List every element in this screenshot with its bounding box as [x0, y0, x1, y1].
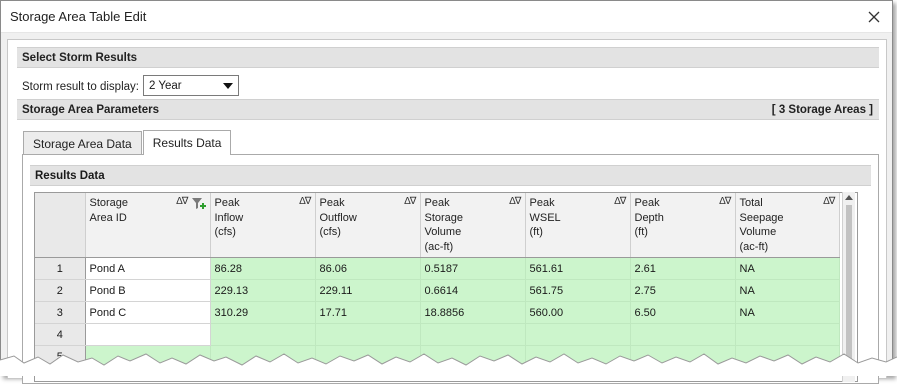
storage-area-table-edit-window: Storage Area Table Edit Select Storm Res… [0, 0, 893, 384]
peak-wsel-cell[interactable] [525, 323, 631, 346]
row-number[interactable]: 3 [35, 301, 86, 324]
tab-strip: Storage Area Data Results Data [23, 130, 232, 155]
column-header-label: Peak Storage Volume (ac-ft) [424, 197, 464, 253]
peak-wsel-cell[interactable]: 561.75 [525, 279, 631, 302]
sort-icon[interactable]: Δ∇ [823, 195, 835, 210]
column-header-peak-wsel[interactable]: Peak WSEL (ft) Δ∇ [525, 193, 631, 258]
column-header-label: Peak WSEL (ft) [529, 197, 561, 238]
storage-area-count: [ 3 Storage Areas ] [771, 103, 873, 116]
results-table: Storage Area ID Δ∇ Peak Inflow (cfs) Δ∇ Pea… [35, 193, 840, 368]
storm-result-dropdown[interactable]: 2 Year [143, 75, 239, 96]
table-row: 2 Pond B 229.13 229.11 0.6614 561.75 2.7… [35, 279, 840, 302]
column-header-label: Peak Depth (ft) [634, 197, 664, 238]
column-header-peak-storage-volume[interactable]: Peak Storage Volume (ac-ft) Δ∇ [420, 193, 526, 258]
select-storm-results-title: Select Storm Results [22, 51, 138, 64]
results-data-header: Results Data [30, 165, 871, 186]
sort-icon[interactable]: Δ∇ [614, 195, 626, 210]
tab-results-data[interactable]: Results Data [142, 130, 232, 155]
peak-outflow-cell[interactable]: 86.06 [315, 257, 421, 280]
column-header-peak-depth[interactable]: Peak Depth (ft) Δ∇ [630, 193, 736, 258]
storage-area-id-cell[interactable]: Pond C [85, 301, 211, 324]
table-row: 4 [35, 323, 840, 346]
total-seepage-volume-cell[interactable]: NA [735, 279, 840, 302]
row-header-corner [35, 193, 86, 258]
total-seepage-volume-cell[interactable]: NA [735, 257, 840, 280]
sort-icon[interactable]: Δ∇ [719, 195, 731, 210]
peak-depth-cell[interactable]: 6.50 [630, 301, 736, 324]
storm-result-label: Storm result to display: [22, 81, 139, 93]
peak-inflow-cell[interactable]: 86.28 [210, 257, 316, 280]
storage-area-id-cell[interactable]: Pond A [85, 257, 211, 280]
peak-storage-volume-cell[interactable]: 0.6614 [420, 279, 526, 302]
results-data-title: Results Data [35, 169, 105, 182]
table-row: 1 Pond A 86.28 86.06 0.5187 561.61 2.61 … [35, 257, 840, 280]
peak-storage-volume-cell[interactable]: 18.8856 [420, 301, 526, 324]
column-header-storage-area-id[interactable]: Storage Area ID Δ∇ [85, 193, 211, 258]
peak-storage-volume-cell[interactable]: 0.5187 [420, 257, 526, 280]
total-seepage-volume-cell[interactable] [735, 323, 840, 346]
column-header-label: Peak Outflow (cfs) [319, 197, 357, 238]
peak-depth-cell[interactable] [630, 323, 736, 346]
sort-icon[interactable]: Δ∇ [299, 195, 311, 210]
storage-area-parameters-header: Storage Area Parameters [ 3 Storage Area… [17, 99, 879, 120]
peak-wsel-cell[interactable]: 561.61 [525, 257, 631, 280]
row-number[interactable]: 4 [35, 323, 86, 346]
filter-add-icon[interactable] [191, 197, 207, 211]
peak-depth-cell[interactable]: 2.61 [630, 257, 736, 280]
storm-result-value: 2 Year [149, 79, 182, 92]
select-storm-results-header: Select Storm Results [17, 47, 879, 68]
column-header-label: Storage Area ID [89, 197, 129, 224]
column-header-peak-outflow[interactable]: Peak Outflow (cfs) Δ∇ [315, 193, 421, 258]
column-header-total-seepage-volume[interactable]: Total Seepage Volume (ac-ft) Δ∇ [735, 193, 840, 258]
row-number[interactable]: 1 [35, 257, 86, 280]
peak-outflow-cell[interactable]: 229.11 [315, 279, 421, 302]
scroll-up-icon[interactable] [845, 195, 853, 200]
window-title: Storage Area Table Edit [10, 9, 147, 24]
storage-area-id-cell[interactable] [85, 323, 211, 346]
column-header-label: Peak Inflow (cfs) [214, 197, 244, 238]
tab-storage-area-data[interactable]: Storage Area Data [23, 131, 142, 155]
column-header-peak-inflow[interactable]: Peak Inflow (cfs) Δ∇ [210, 193, 316, 258]
sort-icon[interactable]: Δ∇ [176, 195, 188, 210]
peak-inflow-cell[interactable] [210, 323, 316, 346]
title-bar: Storage Area Table Edit [1, 1, 892, 33]
peak-depth-cell[interactable]: 2.75 [630, 279, 736, 302]
peak-outflow-cell[interactable]: 17.71 [315, 301, 421, 324]
close-icon [868, 11, 880, 23]
total-seepage-volume-cell[interactable]: NA [735, 301, 840, 324]
peak-inflow-cell[interactable]: 229.13 [210, 279, 316, 302]
storage-area-parameters-title: Storage Area Parameters [22, 103, 160, 116]
peak-inflow-cell[interactable]: 310.29 [210, 301, 316, 324]
table-header-row: Storage Area ID Δ∇ Peak Inflow (cfs) Δ∇ Pea… [35, 193, 840, 258]
table-row: 3 Pond C 310.29 17.71 18.8856 560.00 6.5… [35, 301, 840, 324]
storage-area-id-cell[interactable]: Pond B [85, 279, 211, 302]
row-number[interactable]: 2 [35, 279, 86, 302]
peak-wsel-cell[interactable]: 560.00 [525, 301, 631, 324]
torn-edge-decoration [0, 353, 897, 376]
sort-icon[interactable]: Δ∇ [509, 195, 521, 210]
sort-icon[interactable]: Δ∇ [404, 195, 416, 210]
column-header-label: Total Seepage Volume (ac-ft) [739, 197, 784, 253]
peak-outflow-cell[interactable] [315, 323, 421, 346]
chevron-down-icon [223, 83, 233, 89]
close-button[interactable] [864, 7, 884, 27]
dialog-content: Select Storm Results Storm result to dis… [7, 39, 887, 384]
peak-storage-volume-cell[interactable] [420, 323, 526, 346]
